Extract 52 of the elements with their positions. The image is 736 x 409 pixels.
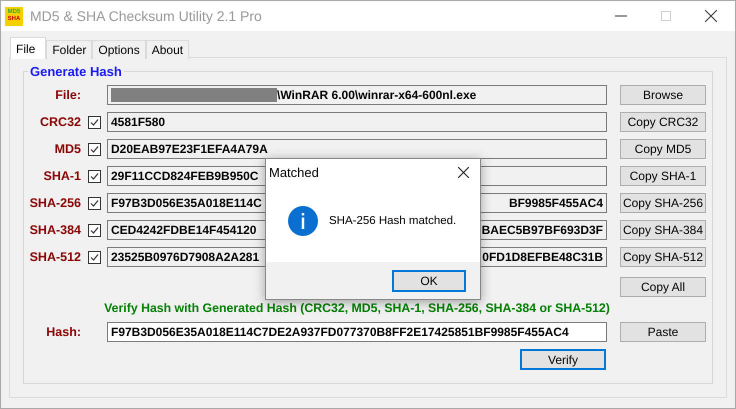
hash-label: SHA-1 xyxy=(42,169,82,183)
field-label: File: xyxy=(54,88,82,102)
hash-value: BAEC5B97BF693D3F xyxy=(482,223,603,237)
hash-field[interactable]: D20EAB97E23F1EFA4A79A xyxy=(107,139,607,159)
dialog-message: SHA-256 Hash matched. xyxy=(329,214,456,226)
browse-button[interactable]: Browse xyxy=(620,85,706,105)
info-icon xyxy=(288,206,318,236)
checkbox[interactable] xyxy=(88,142,101,156)
checkbox[interactable] xyxy=(88,116,101,128)
checkbox[interactable] xyxy=(88,224,101,236)
group-title: Generate Hash xyxy=(29,64,123,79)
hash-value: 29F11CCD824FEB9B950C xyxy=(111,169,258,183)
file-path-field[interactable]: \WinRAR 6.00\winrar-x64-600nl.exe xyxy=(107,85,607,105)
hash-value: 4581F580 xyxy=(111,115,166,129)
hash-input[interactable]: F97B3D056E35A018E114C7DE2A937FD077370B8FF2E17425851BF9985F455AC4 xyxy=(107,322,607,342)
close-icon[interactable] xyxy=(458,166,469,178)
tab[interactable]: Options xyxy=(92,40,146,59)
hash-value: D20EAB97E23F1EFA4A79A xyxy=(111,142,268,156)
copy-button[interactable]: Copy MD5 xyxy=(620,139,706,159)
hash-label: CRC32 xyxy=(39,115,82,129)
hash-label: SHA-384 xyxy=(28,223,82,237)
tab[interactable]: About xyxy=(146,40,190,59)
hash-value: BF9985F455AC4 xyxy=(508,196,603,210)
close-icon[interactable] xyxy=(705,10,717,22)
field-label: Hash: xyxy=(45,325,82,339)
checkbox[interactable] xyxy=(88,196,101,210)
checkbox[interactable] xyxy=(88,170,101,182)
copy-button[interactable]: Copy SHA-256 xyxy=(620,193,706,213)
verify-heading: Verify Hash with Generated Hash (CRC32, MD5, SHA-1, SHA-256, SHA-384 or SHA-512) xyxy=(104,301,610,315)
hash-label: SHA-256 xyxy=(28,196,82,210)
checkbox[interactable] xyxy=(88,250,101,264)
copy-button[interactable]: Copy SHA-1 xyxy=(620,166,706,186)
hash-value: F97B3D056E35A018E114C xyxy=(111,196,262,210)
hash-field[interactable]: 4581F580 xyxy=(107,112,607,132)
hash-label: MD5 xyxy=(54,142,82,156)
window-title: MD5 & SHA Checksum Utility 2.1 Pro xyxy=(30,8,262,24)
copy-button[interactable]: Copy CRC32 xyxy=(620,112,706,132)
tab[interactable]: Folder xyxy=(46,40,92,59)
file-path: \WinRAR 6.00\winrar-x64-600nl.exe xyxy=(277,88,476,102)
hash-label: SHA-512 xyxy=(28,250,82,264)
verify-button[interactable]: Verify xyxy=(520,349,606,370)
tab[interactable]: File xyxy=(10,37,46,59)
hash-value: 0FD1D8EFBE48C31B xyxy=(482,250,603,264)
copy-all-button[interactable]: Copy All xyxy=(620,277,706,297)
paste-button[interactable]: Paste xyxy=(620,322,706,342)
hash-value: 23525B0976D7908A2A281 xyxy=(111,250,260,264)
hash-value: CED4242FDBE14F454120 xyxy=(111,223,256,237)
hash-value: F97B3D056E35A018E114C7DE2A937FD077370B8FF2E17425851BF9985F455AC4 xyxy=(111,325,569,339)
copy-button[interactable]: Copy SHA-512 xyxy=(620,247,706,267)
copy-button[interactable]: Copy SHA-384 xyxy=(620,220,706,240)
ok-button[interactable]: OK xyxy=(392,270,466,292)
dialog-title: Matched xyxy=(269,164,319,180)
